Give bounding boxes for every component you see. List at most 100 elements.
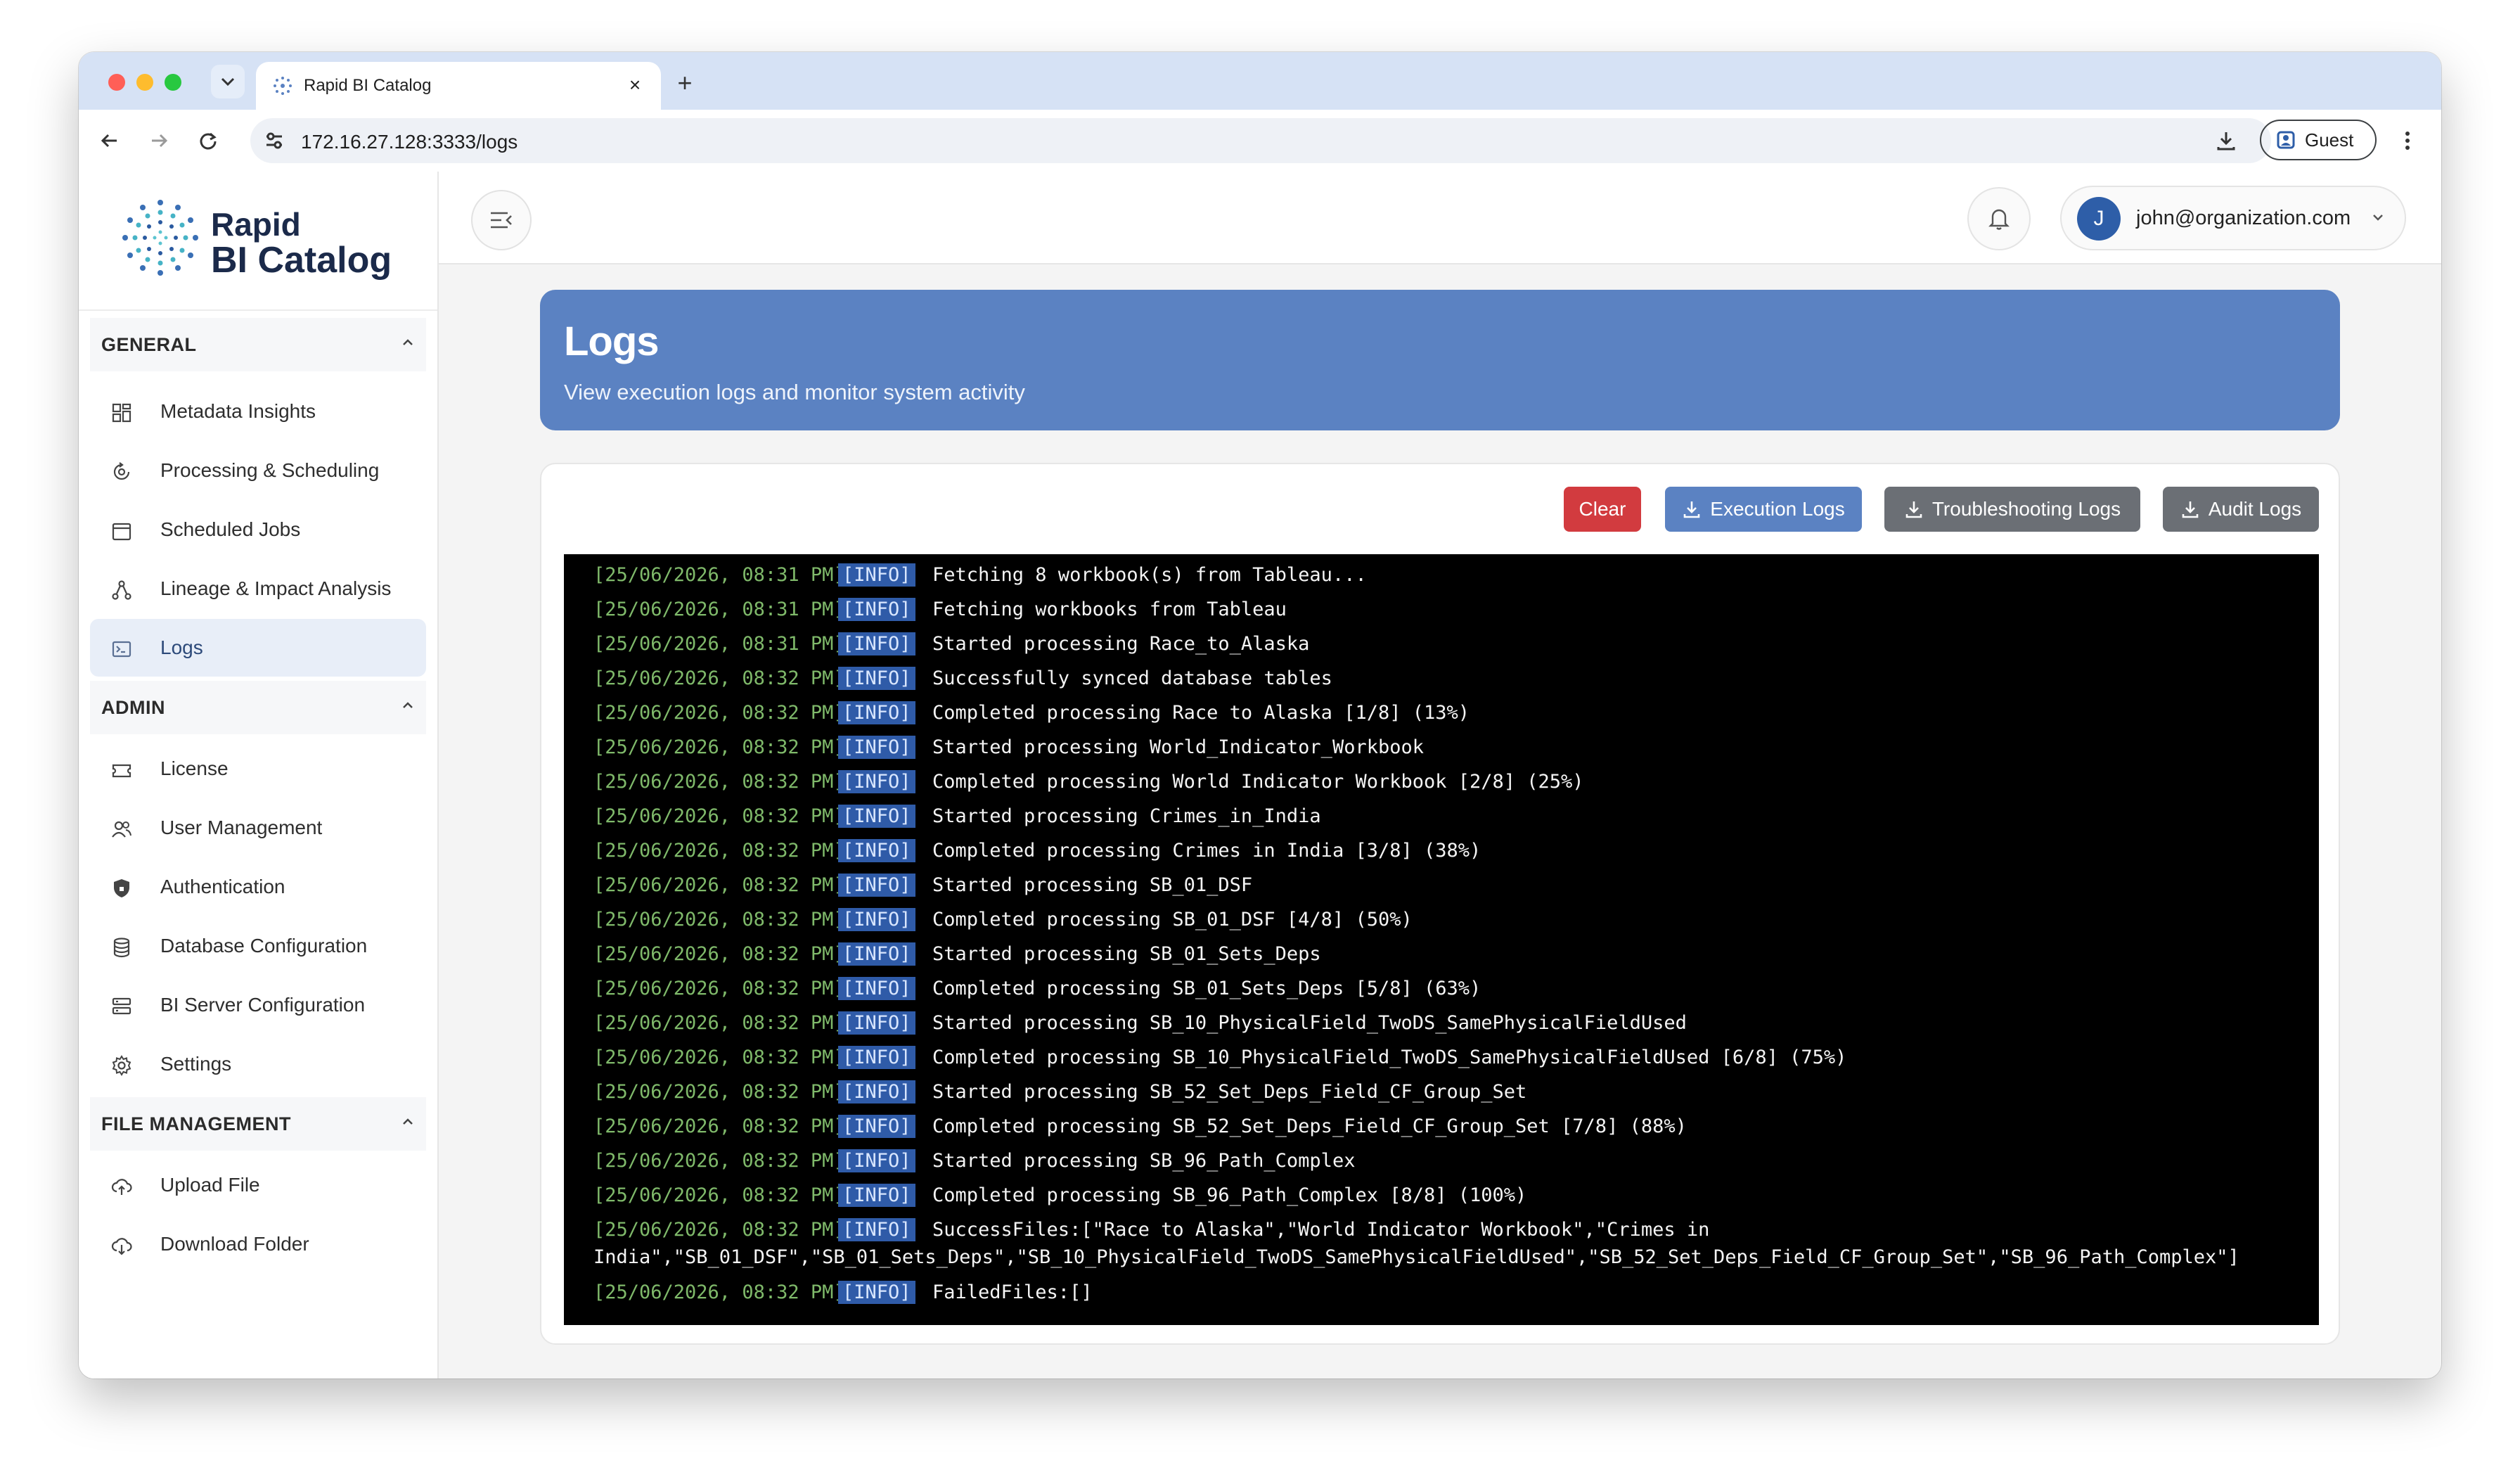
sidebar-item-bi-server-configuration[interactable]: BI Server Configuration [90,976,426,1034]
notifications-button[interactable] [1967,187,2031,250]
log-message: Completed processing SB_96_Path_Complex … [932,1184,1527,1206]
log-row: [25/06/2026, 08:32 PM] [INFO] Started proc… [564,1078,2319,1113]
tab-list-icon[interactable] [211,65,245,98]
sidebar-item-download-folder[interactable]: Download Folder [90,1215,426,1273]
window-close-dot[interactable] [108,74,125,91]
log-timestamp: [25/06/2026, 08:32 PM] [593,943,845,965]
section-file-management-header[interactable]: FILE MANAGEMENT [90,1097,426,1151]
log-timestamp: [25/06/2026, 08:31 PM] [593,564,845,586]
log-timestamp: [25/06/2026, 08:32 PM] [593,1012,845,1034]
cloud-download-icon [111,1238,132,1255]
user-menu-button[interactable]: J john@organization.com [2060,186,2406,250]
chevron-down-icon [2373,215,2383,221]
close-icon[interactable]: × [622,72,648,98]
page-header-banner: Logs View execution logs and monitor sys… [540,290,2340,430]
log-row: [25/06/2026, 08:32 PM] [INFO] Successfully… [564,665,2319,699]
app-logo[interactable]: Rapid BI Catalog [121,198,430,283]
profile-button[interactable]: Guest [2260,120,2377,160]
log-level-badge: [INFO] [838,1046,915,1069]
log-message: Started processing SB_01_Sets_Deps [932,943,1321,965]
audit-logs-label: Audit Logs [2208,498,2302,520]
section-title: ADMIN [101,696,165,718]
log-timestamp: [25/06/2026, 08:32 PM] [593,909,845,930]
troubleshooting-logs-button[interactable]: Troubleshooting Logs [1884,487,2140,532]
new-tab-icon[interactable]: + [669,68,700,98]
window-minimize-dot[interactable] [136,74,153,91]
log-level-badge: [INFO] [838,1080,915,1104]
window-zoom-dot[interactable] [165,74,181,91]
sidebar-item-upload-file[interactable]: Upload File [90,1156,426,1214]
user-email: john@organization.com [2136,207,2351,229]
sidebar-item-authentication[interactable]: Authentication [90,858,426,916]
favicon-icon [274,77,292,95]
log-row: [25/06/2026, 08:32 PM] [INFO] Completed pr… [564,1182,2319,1216]
sidebar-item-user-management[interactable]: User Management [90,799,426,857]
download-icon [2182,501,2199,518]
log-timestamp: [25/06/2026, 08:32 PM] [593,771,845,793]
tab-strip: Rapid BI Catalog × + [79,52,2441,110]
sidebar-item-scheduled-jobs[interactable]: Scheduled Jobs [90,501,426,558]
log-row: [25/06/2026, 08:32 PM] [INFO] Started proc… [564,802,2319,837]
sidebar-item-metadata-insights[interactable]: Metadata Insights [90,383,426,440]
log-row: [25/06/2026, 08:32 PM] [INFO] Completed pr… [564,1113,2319,1147]
logo-mark-icon [122,200,198,276]
log-level-badge: [INFO] [838,736,915,759]
calendar-icon [112,523,131,541]
sidebar-item-database-configuration[interactable]: Database Configuration [90,917,426,975]
license-ticket-icon [112,764,131,778]
log-message: Started processing SB_52_Set_Deps_Field_… [932,1081,1527,1103]
sidebar-item-label: Settings [160,1053,232,1075]
forward-icon[interactable] [142,124,176,158]
sidebar-item-processing-scheduling[interactable]: Processing & Scheduling [90,442,426,499]
back-icon[interactable] [93,124,127,158]
log-message: Started processing SB_96_Path_Complex [932,1150,1356,1172]
reload-icon[interactable] [191,124,225,158]
section-admin-header[interactable]: ADMIN [90,681,426,734]
address-bar[interactable]: 172.16.27.128:3333/logs [250,118,2271,163]
log-timestamp: [25/06/2026, 08:31 PM] [593,599,845,620]
sidebar-item-lineage-impact[interactable]: Lineage & Impact Analysis [90,560,426,618]
log-timestamp: [25/06/2026, 08:32 PM] [593,667,845,689]
log-row: [25/06/2026, 08:32 PM] [INFO] Completed pr… [564,906,2319,940]
log-timestamp: [25/06/2026, 08:32 PM] [593,1281,845,1303]
log-message: Started processing SB_01_DSF [932,874,1253,896]
sidebar-item-label: Logs [160,637,203,658]
processing-cycle-icon [113,462,130,480]
menu-kebab-icon[interactable] [2393,124,2422,158]
log-timestamp: [25/06/2026, 08:32 PM] [593,736,845,758]
sidebar-item-label: Processing & Scheduling [160,459,380,481]
chevron-up-icon [403,339,413,345]
profile-icon [2277,131,2295,149]
log-timestamp: [25/06/2026, 08:32 PM] [593,702,845,724]
cloud-upload-icon [111,1179,132,1195]
log-level-badge: [INFO] [838,1115,915,1138]
log-level-badge: [INFO] [838,632,915,655]
page-subtitle: View execution logs and monitor system a… [564,380,1025,404]
profile-label: Guest [2305,129,2354,151]
download-icon[interactable] [2209,124,2243,158]
shield-icon [114,879,129,897]
log-message: Completed processing SB_10_PhysicalField… [932,1047,1847,1068]
log-message: Successfully synced database tables [932,667,1332,689]
url-text: 172.16.27.128:3333/logs [301,131,518,153]
sidebar-item-license[interactable]: License [90,740,426,798]
sidebar-toggle-button[interactable] [471,190,532,250]
log-console[interactable]: [25/06/2026, 08:31 PM] [INFO] Fetching 8 w… [564,554,2319,1325]
sidebar-divider [79,309,437,311]
execution-logs-button[interactable]: Execution Logs [1665,487,1862,532]
log-row: [25/06/2026, 08:32 PM] [INFO] SuccessFiles… [564,1216,2319,1279]
log-row: [25/06/2026, 08:32 PM] [INFO] FailedFiles:… [564,1279,2319,1313]
log-row: [25/06/2026, 08:32 PM] [INFO] Completed pr… [564,1044,2319,1078]
chevron-up-icon [403,702,413,708]
audit-logs-button[interactable]: Audit Logs [2163,487,2319,532]
log-row: [25/06/2026, 08:32 PM] [INFO] Started proc… [564,734,2319,768]
sidebar-item-logs[interactable]: Logs [90,619,426,677]
section-general-header[interactable]: GENERAL [90,318,426,371]
clear-button[interactable]: Clear [1564,487,1641,532]
log-row: [25/06/2026, 08:32 PM] [INFO] Started proc… [564,1147,2319,1182]
site-settings-icon[interactable] [264,131,284,151]
browser-tab[interactable]: Rapid BI Catalog × [256,62,661,110]
chevron-up-icon [403,1118,413,1125]
sidebar-item-settings[interactable]: Settings [90,1035,426,1093]
log-timestamp: [25/06/2026, 08:32 PM] [593,978,845,999]
